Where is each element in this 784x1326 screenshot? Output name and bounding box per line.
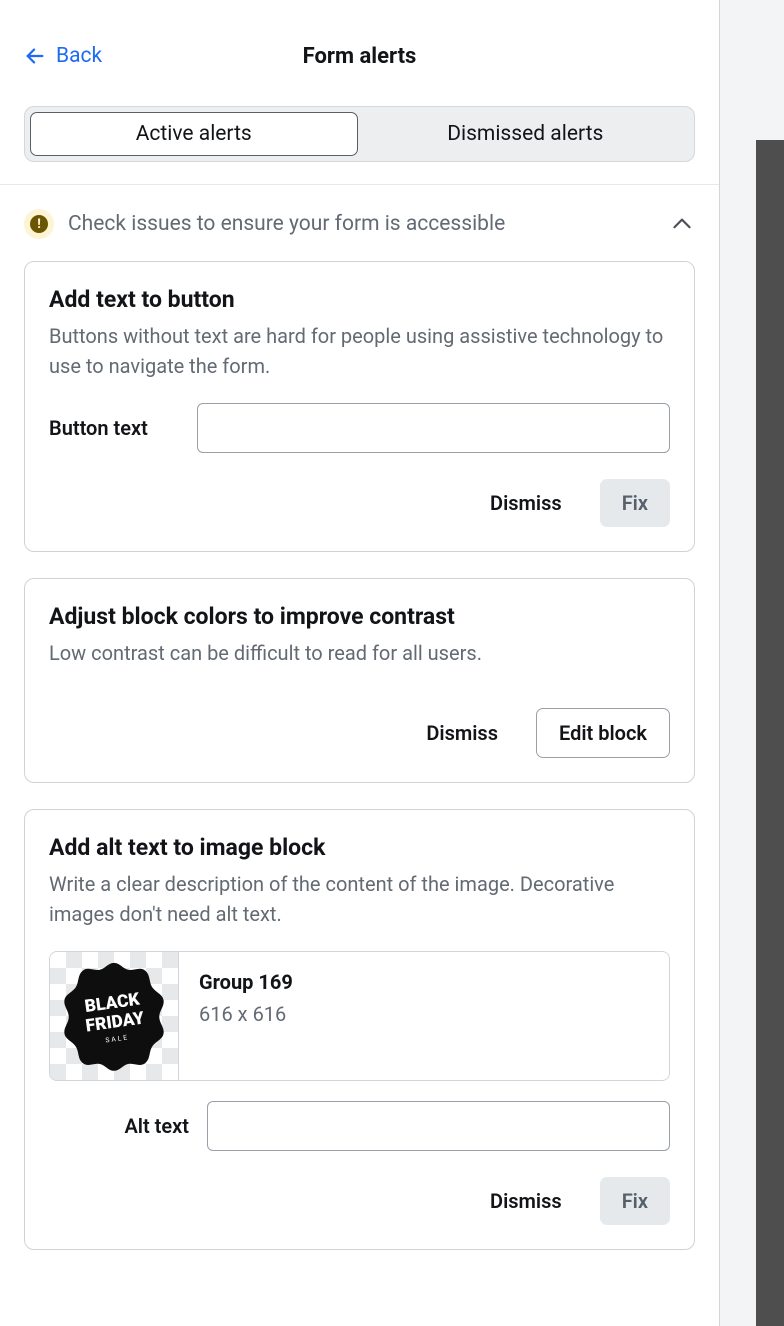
tab-dismissed-alerts[interactable]: Dismissed alerts — [362, 112, 690, 156]
field-label: Button text — [49, 416, 179, 440]
fix-button[interactable]: Fix — [600, 1177, 670, 1225]
field-label: Alt text — [49, 1114, 189, 1138]
image-dimensions: 616 x 616 — [199, 1002, 649, 1026]
alert-card-alt-text: Add alt text to image block Write a clea… — [24, 809, 695, 1250]
edit-block-button[interactable]: Edit block — [536, 708, 670, 758]
canvas-edge — [756, 140, 784, 1326]
back-label: Back — [56, 44, 102, 68]
black-friday-badge-icon: BLACK FRIDAY SALE — [56, 958, 172, 1074]
dismiss-button[interactable]: Dismiss — [472, 1177, 580, 1225]
card-description: Low contrast can be difficult to read fo… — [49, 638, 670, 668]
dismiss-button[interactable]: Dismiss — [408, 709, 516, 757]
canvas-area — [720, 0, 784, 1326]
form-alerts-panel: Back Form alerts Active alerts Dismissed… — [0, 0, 720, 1326]
button-text-input[interactable] — [197, 403, 670, 453]
tabs-container: Active alerts Dismissed alerts — [0, 86, 719, 162]
card-title: Add text to button — [49, 286, 670, 313]
image-preview-block: BLACK FRIDAY SALE Group 169 616 x 616 — [49, 951, 670, 1081]
alert-card-add-button-text: Add text to button Buttons without text … — [24, 261, 695, 552]
card-description: Buttons without text are hard for people… — [49, 321, 670, 381]
back-button[interactable]: Back — [24, 44, 102, 68]
page-title: Form alerts — [0, 44, 719, 69]
alerts-list: Add text to button Buttons without text … — [0, 261, 719, 1274]
notice-text: Check issues to ensure your form is acce… — [68, 212, 669, 236]
dismiss-button[interactable]: Dismiss — [472, 479, 580, 527]
accessibility-notice[interactable]: ! Check issues to ensure your form is ac… — [0, 184, 719, 261]
image-thumbnail: BLACK FRIDAY SALE — [50, 952, 178, 1080]
image-name: Group 169 — [199, 970, 649, 994]
panel-header: Back Form alerts — [0, 0, 719, 86]
alt-text-input[interactable] — [207, 1101, 670, 1151]
card-title: Adjust block colors to improve contrast — [49, 603, 670, 630]
card-title: Add alt text to image block — [49, 834, 670, 861]
fix-button[interactable]: Fix — [600, 479, 670, 527]
tab-active-alerts[interactable]: Active alerts — [30, 112, 358, 156]
alert-card-color-contrast: Adjust block colors to improve contrast … — [24, 578, 695, 783]
warning-icon: ! — [24, 209, 54, 239]
card-description: Write a clear description of the content… — [49, 869, 670, 929]
chevron-up-icon — [669, 211, 695, 237]
arrow-left-icon — [24, 45, 46, 67]
